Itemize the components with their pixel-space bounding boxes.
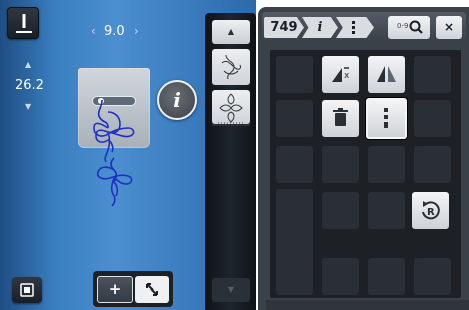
breadcrumb-pattern-number[interactable]: 749 xyxy=(264,17,304,38)
mirror-horizontal-icon xyxy=(377,66,396,82)
function-slot-disabled xyxy=(276,146,313,183)
svg-text:R: R xyxy=(427,207,435,218)
width-increase-arrow[interactable]: › xyxy=(134,25,139,37)
function-slot-disabled xyxy=(414,146,451,183)
pattern-search-button[interactable] xyxy=(388,16,430,39)
function-slot-disabled xyxy=(322,192,359,229)
vertical-dots-icon xyxy=(384,108,388,128)
width-decrease-arrow[interactable]: ‹ xyxy=(91,25,96,37)
add-stitch-button[interactable]: + xyxy=(97,276,133,303)
repeat-button[interactable]: R xyxy=(412,192,449,229)
function-slot-disabled xyxy=(414,258,451,295)
function-slot-disabled xyxy=(276,56,313,93)
resize-button[interactable] xyxy=(135,276,169,303)
function-slot-disabled xyxy=(276,100,313,137)
stitch-thumbnail-1-icon xyxy=(221,54,241,80)
mirror-horizontal-button[interactable] xyxy=(368,56,405,93)
stitch-thumbnail-1[interactable] xyxy=(212,49,250,85)
stitch-sequence-button[interactable] xyxy=(366,98,407,139)
length-decrease-arrow[interactable]: ▼ xyxy=(25,103,31,111)
function-slot-disabled xyxy=(276,258,313,295)
view-toggle-button[interactable] xyxy=(12,277,42,303)
function-slot-disabled xyxy=(368,146,405,183)
function-slot-disabled xyxy=(322,258,359,295)
column-scroll-up-button[interactable]: ▲ xyxy=(212,20,250,44)
square-frame-icon xyxy=(20,283,34,297)
column-scroll-down-button[interactable]: ▼ xyxy=(212,278,250,302)
repeat-r-icon: R xyxy=(422,201,440,220)
svg-text:x: x xyxy=(344,71,350,81)
function-slot-disabled xyxy=(322,146,359,183)
needle-icon xyxy=(16,14,32,33)
function-slot-disabled xyxy=(414,56,451,93)
function-slot-disabled xyxy=(368,258,405,295)
delete-icon xyxy=(333,108,348,126)
search-digits-label: 0-9 xyxy=(397,22,409,30)
close-button[interactable]: × xyxy=(436,16,462,39)
length-increase-arrow[interactable]: ▲ xyxy=(25,61,31,69)
delete-button[interactable] xyxy=(322,100,359,137)
mirror-vertical-button[interactable]: x xyxy=(322,56,359,93)
stitch-pattern-preview xyxy=(93,99,135,207)
mirror-vertical-icon: x xyxy=(332,67,350,82)
magnifier-icon xyxy=(409,20,423,34)
function-slot-disabled xyxy=(368,192,405,229)
panel-bottom-strip xyxy=(266,300,469,310)
function-slot-disabled xyxy=(414,100,451,137)
info-button[interactable]: i xyxy=(157,80,197,120)
resize-arrows-icon xyxy=(146,283,158,296)
stitch-thumbnail-2[interactable] xyxy=(212,90,250,126)
stitch-thumbnail-2-icon xyxy=(218,93,244,124)
stitch-width-value: 9.0 xyxy=(104,24,125,39)
stitch-length-value: 26.2 xyxy=(15,78,44,93)
function-slot-disabled-large xyxy=(276,189,313,267)
needle-position-button[interactable] xyxy=(7,7,39,39)
